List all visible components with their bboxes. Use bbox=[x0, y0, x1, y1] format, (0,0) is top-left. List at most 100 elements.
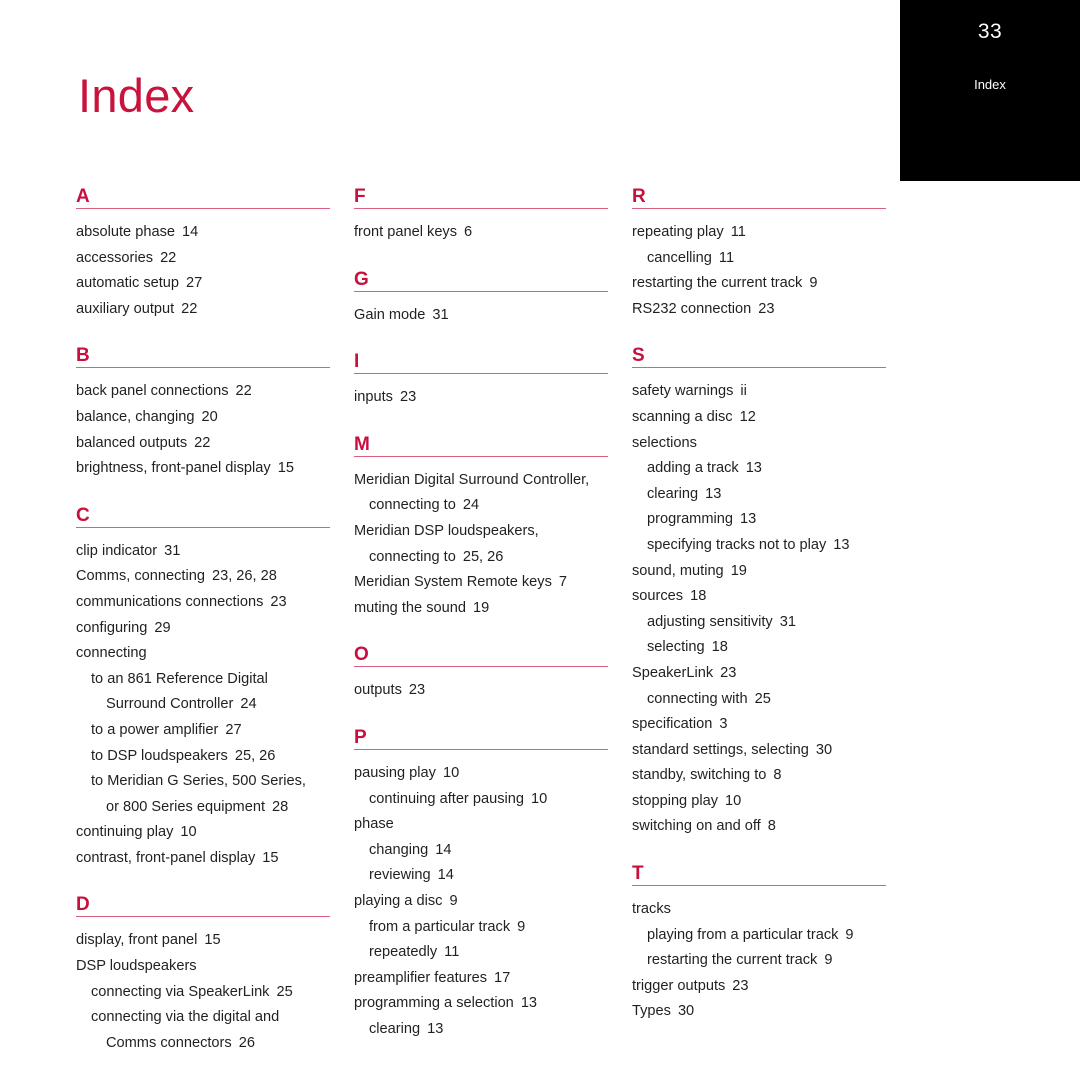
index-entry: connecting to 25, 26 bbox=[354, 545, 609, 571]
index-entry-page-numbers: 13 bbox=[833, 536, 850, 553]
index-entry: Comms connectors 26 bbox=[76, 1031, 331, 1057]
index-entry-label: restarting the current track bbox=[647, 952, 818, 969]
letter-divider-rule bbox=[632, 367, 886, 369]
index-entry: DSP loudspeakers bbox=[76, 954, 331, 980]
index-entry: balanced outputs 22 bbox=[76, 431, 331, 457]
index-entry-label: repeating play bbox=[632, 224, 724, 240]
index-entry-page-numbers: 23 bbox=[270, 593, 287, 610]
page-corner-tab: 33 Index bbox=[900, 0, 1080, 181]
index-entry-page-numbers: 19 bbox=[472, 599, 490, 616]
page-number: 33 bbox=[977, 20, 1003, 43]
index-entry-page-numbers: 13 bbox=[745, 460, 762, 477]
index-entry: SpeakerLink 23 bbox=[632, 661, 887, 687]
index-entry: to Meridian G Series, 500 Series, bbox=[76, 769, 331, 795]
index-entry-page-numbers: 9 bbox=[824, 952, 833, 969]
index-entry-page-numbers: 26 bbox=[238, 1034, 255, 1051]
index-entry-label: adding a track bbox=[647, 460, 739, 477]
index-columns: Aabsolute phase 14 accessories 22 automatic … bbox=[76, 186, 1006, 1056]
index-entry-label: cancelling bbox=[647, 249, 712, 266]
index-entry-label: connecting via SpeakerLink bbox=[91, 983, 270, 1000]
index-entry-label: brightness, front-panel display bbox=[76, 460, 271, 477]
letter-divider-rule bbox=[632, 885, 886, 887]
index-entry: connecting with 25 bbox=[632, 687, 887, 713]
letter-heading: D bbox=[76, 894, 90, 916]
letter-heading: M bbox=[354, 433, 371, 455]
index-entry: continuing after pausing 10 bbox=[354, 787, 609, 813]
index-entry: playing a disc 9 bbox=[354, 889, 609, 915]
letter-heading: P bbox=[354, 726, 367, 748]
index-entry-label: selections bbox=[632, 434, 697, 451]
index-entry: Meridian DSP loudspeakers, bbox=[354, 519, 609, 545]
index-entry: to DSP loudspeakers 25, 26 bbox=[76, 744, 331, 770]
index-entry: RS232 connection 23 bbox=[632, 297, 887, 323]
letter-section: Ttracks playing from a particular track 9 r… bbox=[632, 863, 887, 1025]
index-entry-list: Gain mode 31 bbox=[354, 303, 609, 329]
index-entry-page-numbers: 15 bbox=[204, 932, 221, 949]
index-entry-page-numbers: 29 bbox=[154, 619, 171, 636]
section-tab-label: Index bbox=[974, 77, 1006, 92]
index-entry: switching on and off 8 bbox=[632, 814, 887, 840]
letter-divider-rule bbox=[76, 526, 330, 528]
index-entry-list: tracks playing from a particular track 9 re… bbox=[632, 897, 887, 1025]
index-entry-label: specification bbox=[632, 716, 713, 733]
index-entry-label: Gain mode bbox=[354, 306, 426, 323]
index-entry-page-numbers: 23 bbox=[408, 682, 426, 699]
index-entry-label: reviewing bbox=[369, 867, 431, 884]
index-entry-label: connecting with bbox=[647, 690, 748, 707]
index-entry-label: scanning a disc bbox=[632, 408, 733, 425]
letter-section: Cclip indicator 31 Comms, connecting 23, 26… bbox=[76, 505, 331, 872]
index-entry: programming a selection 13 bbox=[354, 991, 609, 1017]
index-entry-page-numbers: 12 bbox=[739, 408, 756, 425]
letter-section: Ssafety warnings ii scanning a disc 12 selec… bbox=[632, 345, 887, 840]
index-entry-page-numbers: 13 bbox=[739, 511, 757, 528]
index-entry-page-numbers: 25, 26 bbox=[234, 747, 276, 764]
letter-heading: O bbox=[354, 644, 369, 666]
index-entry: sound, muting 19 bbox=[632, 559, 887, 585]
letter-heading: C bbox=[76, 504, 90, 526]
index-entry-page-numbers: 18 bbox=[690, 588, 707, 605]
index-entry-label: stopping play bbox=[632, 792, 719, 809]
index-entry: front panel keys 6 bbox=[354, 220, 609, 246]
index-entry-page-numbers: 20 bbox=[201, 408, 218, 425]
letter-heading: R bbox=[632, 186, 646, 207]
index-entry-label: accessories bbox=[76, 249, 154, 266]
index-entry-label: communications connections bbox=[76, 593, 264, 610]
index-entry: clearing 13 bbox=[354, 1017, 609, 1043]
index-entry: standby, switching to 8 bbox=[632, 763, 887, 789]
letter-heading: F bbox=[354, 186, 366, 207]
index-entry-page-numbers: 11 bbox=[718, 249, 735, 266]
letter-divider-rule bbox=[354, 290, 608, 292]
index-entry-label: programming bbox=[647, 511, 733, 528]
index-entry-label: programming a selection bbox=[354, 995, 514, 1012]
index-entry-label: trigger outputs bbox=[632, 977, 726, 994]
index-entry: connecting to 24 bbox=[354, 493, 609, 519]
index-entry-page-numbers: 10 bbox=[180, 824, 197, 841]
index-entry-page-numbers: 18 bbox=[711, 639, 728, 656]
index-entry: balance, changing 20 bbox=[76, 405, 331, 431]
index-entry-label: outputs bbox=[354, 682, 402, 699]
index-entry-page-numbers: 24 bbox=[240, 696, 257, 713]
index-entry: configuring 29 bbox=[76, 616, 331, 642]
index-entry-page-numbers: 9 bbox=[845, 926, 854, 943]
index-entry-label: Surround Controller bbox=[106, 696, 234, 713]
index-entry-page-numbers: 10 bbox=[725, 792, 742, 809]
index-entry-page-numbers: 6 bbox=[464, 224, 473, 240]
index-entry-page-numbers: 7 bbox=[558, 574, 568, 591]
index-entry-label: Meridian DSP loudspeakers, bbox=[354, 522, 539, 539]
index-entry-page-numbers: 30 bbox=[815, 741, 833, 758]
index-entry-label: display, front panel bbox=[76, 932, 198, 949]
index-entry-page-numbers: 17 bbox=[494, 969, 511, 986]
index-entry-label: clearing bbox=[369, 1020, 421, 1037]
index-entry-label: preamplifier features bbox=[354, 969, 488, 986]
index-entry-label: phase bbox=[354, 816, 394, 833]
index-entry: preamplifier features 17 bbox=[354, 966, 609, 992]
index-entry-page-numbers: 13 bbox=[427, 1020, 444, 1037]
index-entry-label: connecting bbox=[76, 645, 147, 662]
index-entry-label: configuring bbox=[76, 619, 148, 636]
index-entry-label: from a particular track bbox=[369, 918, 511, 935]
index-entry-page-numbers: 10 bbox=[442, 764, 460, 781]
index-entry-label: repeatedly bbox=[369, 944, 438, 961]
index-entry: clearing 13 bbox=[632, 482, 887, 508]
index-entry-page-numbers: 25, 26 bbox=[462, 548, 504, 565]
index-entry: tracks bbox=[632, 897, 887, 923]
